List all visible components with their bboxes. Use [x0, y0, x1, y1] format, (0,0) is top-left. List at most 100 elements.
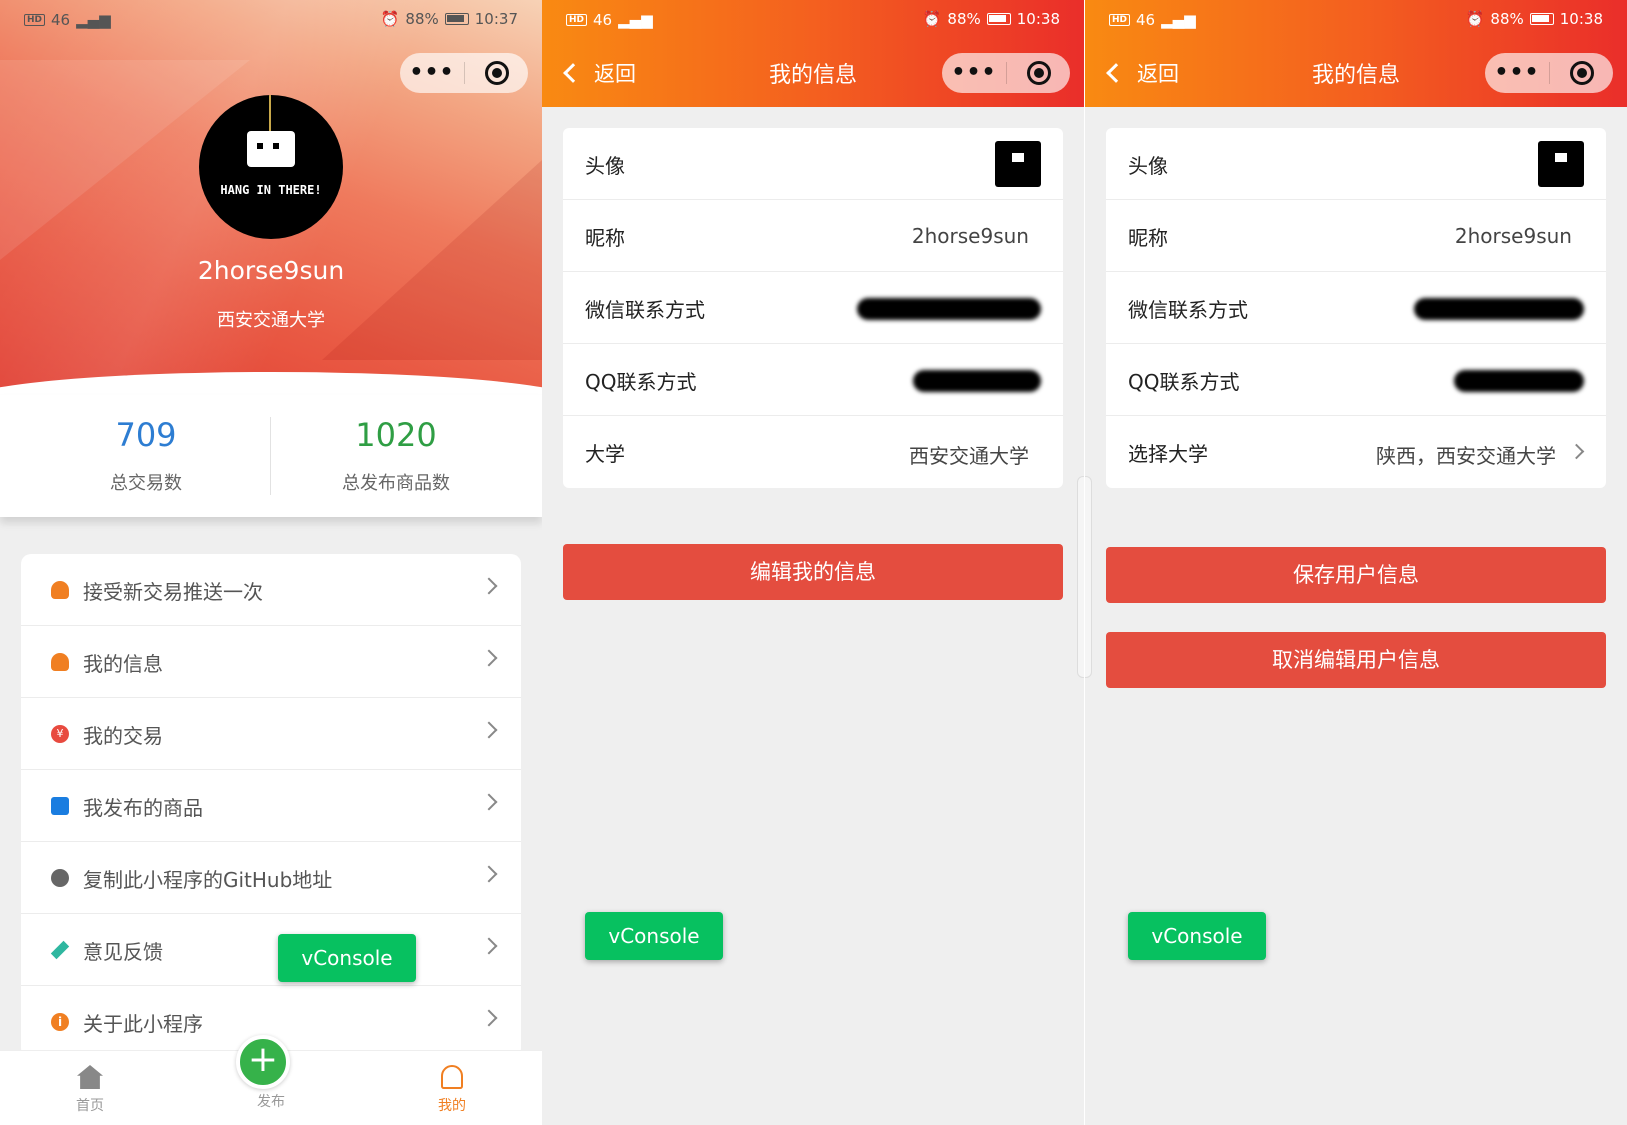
close-miniprogram-button[interactable]	[1550, 61, 1613, 85]
scroll-edge	[1085, 476, 1092, 678]
username: 2horse9sun	[197, 256, 345, 285]
menu-item-label: 我的信息	[83, 652, 163, 676]
status-bar: HD 46 ▂▄▆ ⏰ 88% 10:38	[542, 0, 1084, 40]
tab-label: 首页	[76, 1098, 104, 1114]
university-picker-value: 陕西，西安交通大学	[1376, 444, 1556, 468]
row-label: 昵称	[1128, 226, 1168, 250]
user-icon	[441, 1065, 463, 1089]
row-select-university[interactable]: 选择大学 陕西，西安交通大学	[1106, 416, 1606, 488]
menu-item-label: 接受新交易推送一次	[83, 580, 263, 604]
pen-icon	[50, 940, 70, 960]
more-icon[interactable]: •••	[942, 53, 1006, 93]
tab-publish[interactable]: 发布	[231, 1091, 311, 1111]
close-miniprogram-button[interactable]	[1007, 61, 1070, 85]
menu-item-my-transactions[interactable]: ¥ 我的交易	[21, 698, 521, 770]
battery-percent: 88%	[1490, 10, 1524, 28]
person-icon	[51, 581, 69, 599]
row-nickname: 昵称 2horse9sun	[563, 200, 1063, 272]
stat-value: 1020	[355, 416, 437, 454]
redacted-value[interactable]	[1454, 370, 1584, 392]
tab-label: 我的	[438, 1098, 466, 1114]
battery-icon	[1529, 13, 1554, 25]
vconsole-button[interactable]: vConsole	[1128, 912, 1266, 960]
vconsole-button[interactable]: vConsole	[585, 912, 723, 960]
menu-item-label: 我发布的商品	[83, 796, 203, 820]
edit-info-button[interactable]: 编辑我的信息	[563, 544, 1063, 600]
cancel-edit-button[interactable]: 取消编辑用户信息	[1106, 632, 1606, 688]
person-icon	[51, 653, 69, 671]
alarm-icon: ⏰	[1465, 10, 1485, 28]
avatar	[995, 141, 1041, 187]
list-icon	[51, 797, 69, 815]
signal-bars-icon: ▂▄▆	[1161, 11, 1196, 29]
close-miniprogram-button[interactable]	[465, 61, 528, 85]
profile-screen: HD 46 ▂▄▆ ⏰ 88% 10:37 ••• HANG IN THERE! 2ho…	[0, 0, 542, 1125]
info-card: 头像 昵称 2horse9sun 微信联系方式 QQ联系方式 大学 西安交通大学	[563, 128, 1063, 488]
row-avatar[interactable]: 头像	[1106, 128, 1606, 200]
redacted-value[interactable]	[1414, 298, 1584, 320]
info-card: 头像 昵称 2horse9sun 微信联系方式 QQ联系方式 选择大学 陕西，西…	[1106, 128, 1606, 488]
my-info-screen: HD 46 ▂▄▆ ⏰ 88% 10:38 返回 我的信息 ••• 头像 昵称 2hor…	[542, 0, 1084, 1125]
menu-item-subscribe[interactable]: 接受新交易推送一次	[21, 554, 521, 626]
signal-indicator: 46	[593, 11, 613, 29]
tab-home[interactable]: 首页	[50, 1065, 130, 1115]
more-icon[interactable]: •••	[400, 53, 464, 93]
signal-bars-icon: ▂▄▆	[76, 11, 111, 29]
row-wechat: 微信联系方式	[563, 272, 1063, 344]
user-school: 西安交通大学	[217, 310, 325, 331]
alarm-icon: ⏰	[380, 10, 400, 28]
chevron-right-icon	[480, 577, 498, 595]
row-nickname[interactable]: 昵称 2horse9sun	[1106, 200, 1606, 272]
chevron-right-icon	[480, 793, 498, 811]
row-avatar: 头像	[563, 128, 1063, 200]
avatar[interactable]: HANG IN THERE!	[199, 95, 343, 239]
publish-button[interactable]: +	[236, 1035, 290, 1089]
clock: 10:38	[1559, 10, 1603, 28]
save-info-button[interactable]: 保存用户信息	[1106, 547, 1606, 603]
battery-percent: 88%	[405, 10, 439, 28]
chevron-right-icon	[480, 937, 498, 955]
menu-item-label: 意见反馈	[83, 940, 163, 964]
chevron-right-icon	[480, 1009, 498, 1027]
profile-menu: 接受新交易推送一次 我的信息 ¥ 我的交易 我发布的商品 复制此小程序的GitH…	[21, 554, 521, 1058]
row-label: 头像	[1128, 154, 1168, 178]
avatar[interactable]	[1538, 141, 1584, 187]
stat-value: 709	[115, 416, 177, 454]
row-qq[interactable]: QQ联系方式	[1106, 344, 1606, 416]
avatar-caption: HANG IN THERE!	[220, 183, 322, 197]
battery-icon	[444, 13, 469, 25]
hd-icon: HD	[1109, 14, 1131, 26]
redacted-value	[913, 370, 1041, 392]
chevron-right-icon	[480, 649, 498, 667]
battery-percent: 88%	[947, 10, 981, 28]
menu-item-my-products[interactable]: 我发布的商品	[21, 770, 521, 842]
stat-label: 总交易数	[110, 473, 182, 494]
row-wechat[interactable]: 微信联系方式	[1106, 272, 1606, 344]
redacted-value	[857, 298, 1041, 320]
row-label: 选择大学	[1128, 442, 1208, 466]
row-label: 大学	[585, 442, 625, 466]
nickname-input[interactable]: 2horse9sun	[1455, 224, 1572, 248]
menu-item-copy-github[interactable]: 复制此小程序的GitHub地址	[21, 842, 521, 914]
battery-icon	[986, 13, 1011, 25]
menu-item-label: 复制此小程序的GitHub地址	[83, 868, 333, 892]
row-label: 头像	[585, 154, 625, 178]
avatar-string	[269, 95, 271, 135]
nickname-value: 2horse9sun	[911, 224, 1029, 248]
signal-bars-icon: ▂▄▆	[618, 11, 653, 29]
chevron-right-icon	[1568, 443, 1585, 460]
menu-item-feedback[interactable]: 意见反馈	[21, 914, 521, 986]
more-icon[interactable]: •••	[1485, 53, 1549, 93]
menu-item-my-info[interactable]: 我的信息	[21, 626, 521, 698]
signal-indicator: 46	[1136, 11, 1156, 29]
row-label: QQ联系方式	[1128, 370, 1240, 394]
home-icon	[77, 1065, 103, 1089]
scroll-edge	[1077, 476, 1084, 678]
hd-icon: HD	[24, 14, 46, 26]
row-qq: QQ联系方式	[563, 344, 1063, 416]
info-icon: i	[51, 1013, 69, 1031]
tab-me[interactable]: 我的	[412, 1065, 492, 1115]
vconsole-button[interactable]: vConsole	[278, 934, 416, 982]
alarm-icon: ⏰	[922, 10, 942, 28]
clock: 10:37	[474, 10, 518, 28]
